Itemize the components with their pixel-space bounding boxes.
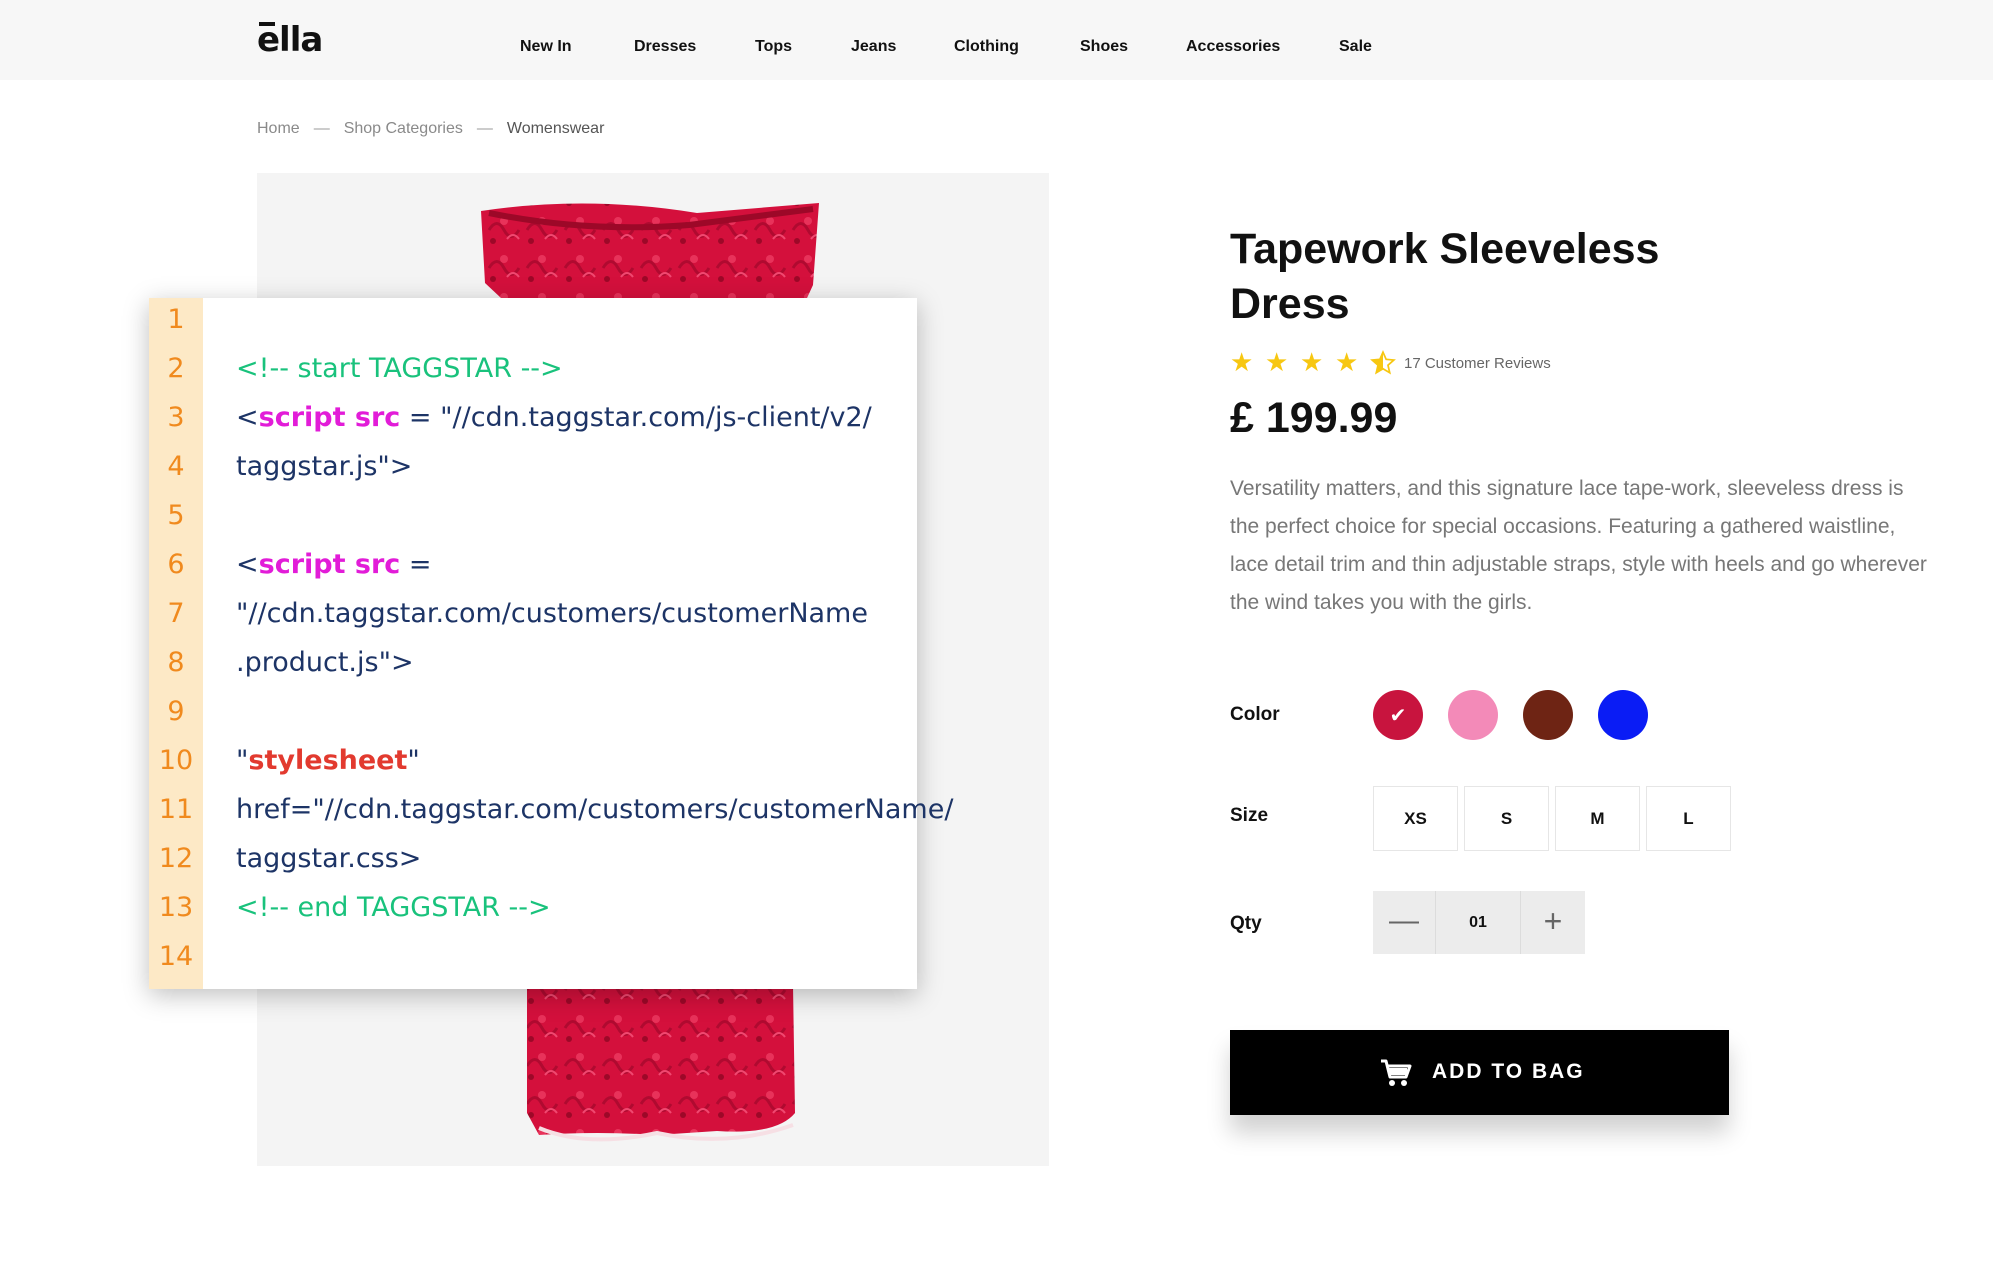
add-to-bag-label: ADD TO BAG: [1432, 1060, 1585, 1083]
code-comment: <!-- start TAGGSTAR -->: [236, 353, 563, 384]
code-keyword: stylesheet: [248, 745, 408, 776]
line-number: 4: [167, 451, 185, 482]
qty-increment-button[interactable]: +: [1521, 891, 1585, 954]
qty-decrement-button[interactable]: —: [1373, 891, 1435, 954]
code-line: 3 <script src = "//cdn.taggstar.com/js-c…: [149, 402, 917, 442]
code-line: 4 taggstar.js">: [149, 451, 917, 491]
code-line: 8 .product.js">: [149, 647, 917, 687]
code-text: taggstar.js">: [236, 451, 413, 482]
code-quote: ": [407, 745, 420, 776]
code-tag-open: <: [236, 402, 259, 433]
code-line: 11 href="//cdn.taggstar.com/customers/cu…: [149, 794, 954, 834]
code-text: taggstar.css>: [236, 843, 422, 874]
star-half-icon: [1370, 350, 1396, 381]
color-swatch-brown[interactable]: [1523, 690, 1573, 740]
logo[interactable]: ella: [257, 20, 323, 60]
code-string: =: [400, 549, 432, 580]
code-line: 6 <script src =: [149, 549, 917, 589]
product-title: Tapework Sleeveless Dress: [1230, 225, 1660, 328]
code-keyword: script src: [258, 549, 401, 580]
line-number: 12: [158, 843, 194, 874]
star-icon: ★: [1300, 348, 1324, 378]
code-tag-open: <: [236, 549, 259, 580]
line-number: 13: [158, 892, 194, 923]
code-line: 13 <!-- end TAGGSTAR -->: [149, 892, 917, 932]
size-option-xs[interactable]: XS: [1373, 786, 1458, 851]
site-header: ella New In Dresses Tops Jeans Clothing …: [0, 0, 1993, 80]
color-swatch-red[interactable]: ✔: [1373, 690, 1423, 740]
line-number: 11: [158, 794, 194, 825]
star-icon: ★: [1335, 348, 1359, 378]
code-keyword: script src: [258, 402, 401, 433]
line-number: 10: [158, 745, 194, 776]
code-text: <script src = "//cdn.taggstar.com/js-cli…: [236, 402, 872, 433]
line-number: 1: [167, 304, 185, 335]
add-to-bag-button[interactable]: ADD TO BAG: [1230, 1030, 1729, 1115]
breadcrumb-home[interactable]: Home: [257, 120, 300, 138]
color-label: Color: [1230, 704, 1280, 725]
code-text: "stylesheet": [236, 745, 420, 776]
line-number: 6: [167, 549, 185, 580]
color-swatch-pink[interactable]: [1448, 690, 1498, 740]
line-number: 7: [167, 598, 185, 629]
line-number: 5: [167, 500, 185, 531]
cart-icon: [1381, 1059, 1412, 1086]
line-number: 2: [167, 353, 185, 384]
nav-accessories[interactable]: Accessories: [1186, 38, 1280, 56]
code-text: .product.js">: [236, 647, 414, 678]
product-price: £ 199.99: [1230, 394, 1398, 442]
nav-sale[interactable]: Sale: [1339, 38, 1372, 56]
breadcrumb-separator: —: [476, 120, 493, 137]
code-text: "//cdn.taggstar.com/customers/customerNa…: [236, 598, 868, 629]
nav-new-in[interactable]: New In: [520, 38, 572, 56]
line-number: 8: [167, 647, 185, 678]
size-label: Size: [1230, 805, 1269, 826]
code-snippet-card: 1 2 <!-- start TAGGSTAR --> 3 <script sr…: [149, 298, 954, 989]
quantity-stepper: — 01 +: [1373, 891, 1585, 954]
nav-jeans[interactable]: Jeans: [851, 38, 896, 56]
code-line: 2 <!-- start TAGGSTAR -->: [149, 353, 917, 393]
breadcrumb-current: Womenswear: [506, 120, 605, 137]
product-description: Versatility matters, and this signature …: [1230, 477, 1927, 614]
qty-label: Qty: [1230, 913, 1262, 934]
check-icon: ✔: [1389, 703, 1407, 727]
customer-reviews-link[interactable]: 17 Customer Reviews: [1404, 355, 1551, 372]
code-line: 12 taggstar.css>: [149, 843, 917, 883]
code-string: = "//cdn.taggstar.com/js-client/v2/: [400, 402, 872, 433]
code-line: 5: [149, 500, 917, 540]
code-text: <script src =: [236, 549, 432, 580]
breadcrumb-shop-categories[interactable]: Shop Categories: [344, 120, 463, 138]
line-number: 3: [167, 402, 185, 433]
code-comment: <!-- end TAGGSTAR -->: [236, 892, 551, 923]
line-number: 9: [167, 696, 185, 727]
size-option-l[interactable]: L: [1646, 786, 1731, 851]
nav-clothing[interactable]: Clothing: [954, 38, 1019, 56]
nav-shoes[interactable]: Shoes: [1080, 38, 1128, 56]
nav-dresses[interactable]: Dresses: [634, 38, 696, 56]
code-line: 1: [149, 304, 917, 344]
code-quote: ": [236, 745, 249, 776]
code-line: 14: [149, 941, 917, 981]
breadcrumb: Home — Shop Categories — Womenswear: [257, 120, 604, 138]
qty-input[interactable]: 01: [1435, 891, 1521, 954]
code-line: 7 "//cdn.taggstar.com/customers/customer…: [149, 598, 917, 638]
code-text: href="//cdn.taggstar.com/customers/custo…: [236, 794, 954, 825]
star-icon: ★: [1230, 348, 1254, 378]
code-line: 10 "stylesheet": [149, 745, 917, 785]
star-icon: ★: [1265, 348, 1289, 378]
nav-tops[interactable]: Tops: [755, 38, 792, 56]
color-swatch-blue[interactable]: [1598, 690, 1648, 740]
size-option-m[interactable]: M: [1555, 786, 1640, 851]
line-number: 14: [158, 941, 194, 972]
size-option-s[interactable]: S: [1464, 786, 1549, 851]
code-line: 9: [149, 696, 917, 736]
breadcrumb-separator: —: [313, 120, 330, 137]
